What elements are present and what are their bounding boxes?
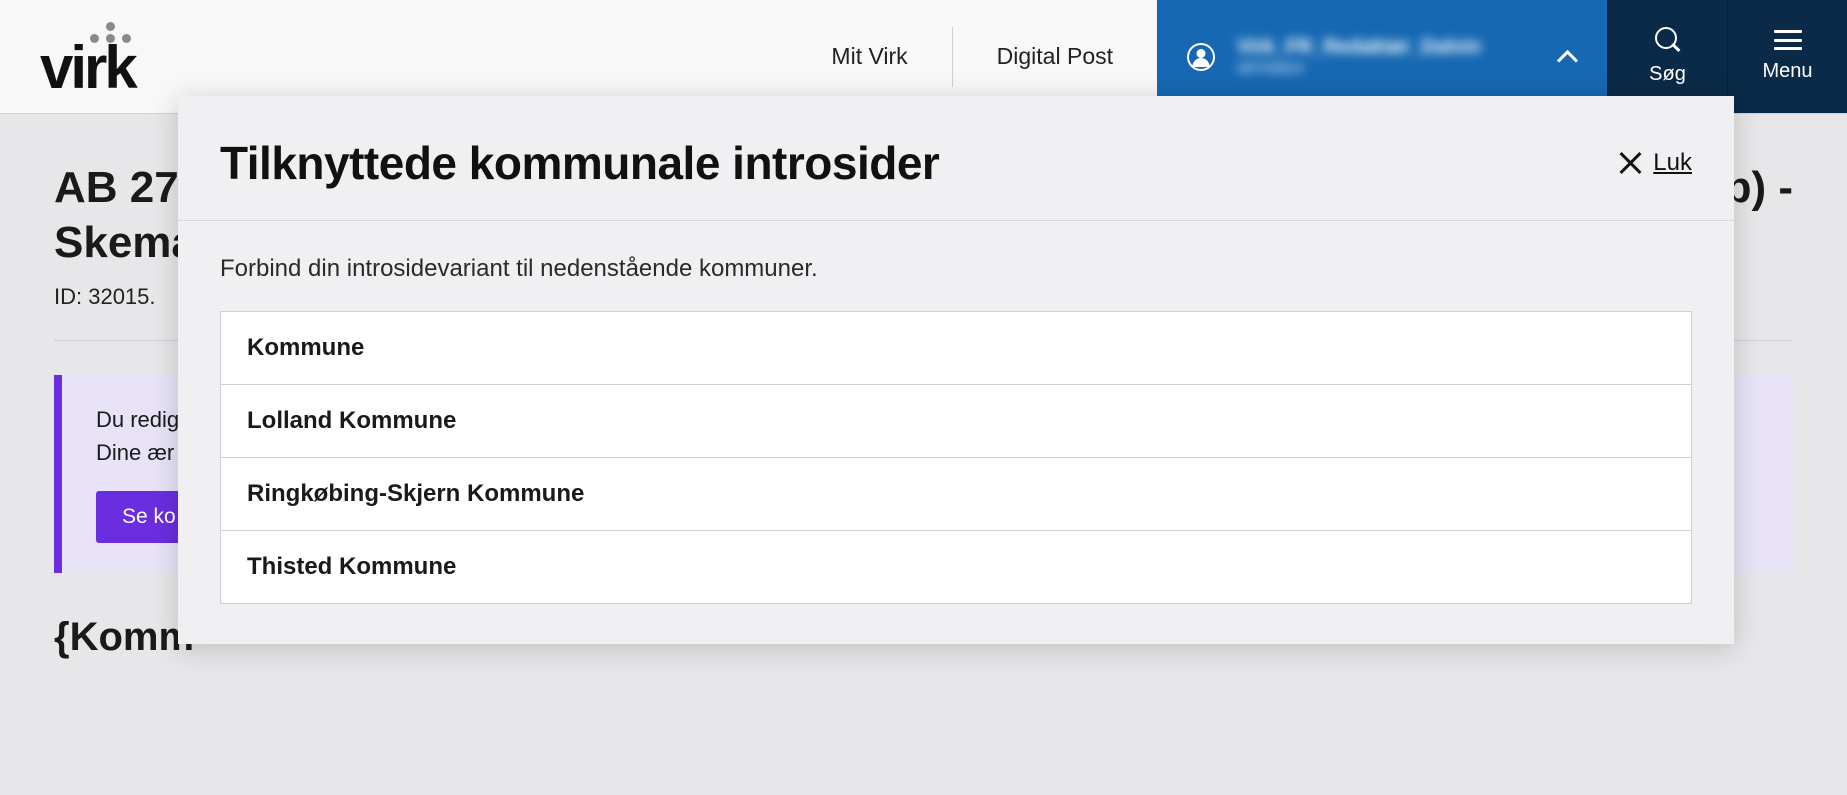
modal-title: Tilknyttede kommunale introsider	[220, 136, 939, 190]
kommune-row[interactable]: Ringkøbing-Skjern Kommune	[221, 458, 1691, 531]
kommune-table: Kommune Lolland Kommune Ringkøbing-Skjer…	[220, 311, 1692, 604]
logo-text: virk	[40, 44, 135, 92]
search-label: Søg	[1649, 63, 1686, 86]
menu-button[interactable]: Menu	[1727, 0, 1847, 113]
hamburger-icon	[1774, 30, 1802, 50]
modal-header: Tilknyttede kommunale introsider Luk	[178, 96, 1734, 221]
chevron-up-icon	[1557, 47, 1577, 67]
modal-description: Forbind din introsidevariant til nedenst…	[220, 255, 1692, 283]
modal-body: Forbind din introsidevariant til nedenst…	[178, 221, 1734, 604]
user-label: Virk_FR_Redaktør_Dalvin 08705824	[1237, 35, 1535, 79]
user-icon	[1187, 43, 1215, 71]
kommune-row[interactable]: Lolland Kommune	[221, 385, 1691, 458]
menu-label: Menu	[1762, 60, 1812, 83]
close-icon	[1617, 150, 1643, 176]
nav-mit-virk[interactable]: Mit Virk	[787, 28, 951, 86]
nav-digital-post[interactable]: Digital Post	[953, 28, 1157, 86]
modal-close-button[interactable]: Luk	[1617, 149, 1692, 177]
search-icon	[1655, 27, 1681, 53]
kommune-row[interactable]: Thisted Kommune	[221, 531, 1691, 603]
logo[interactable]: virk	[0, 0, 194, 113]
modal-kommunale-introsider: Tilknyttede kommunale introsider Luk For…	[178, 96, 1734, 644]
kommune-table-header: Kommune	[221, 312, 1691, 385]
close-label: Luk	[1653, 149, 1692, 177]
